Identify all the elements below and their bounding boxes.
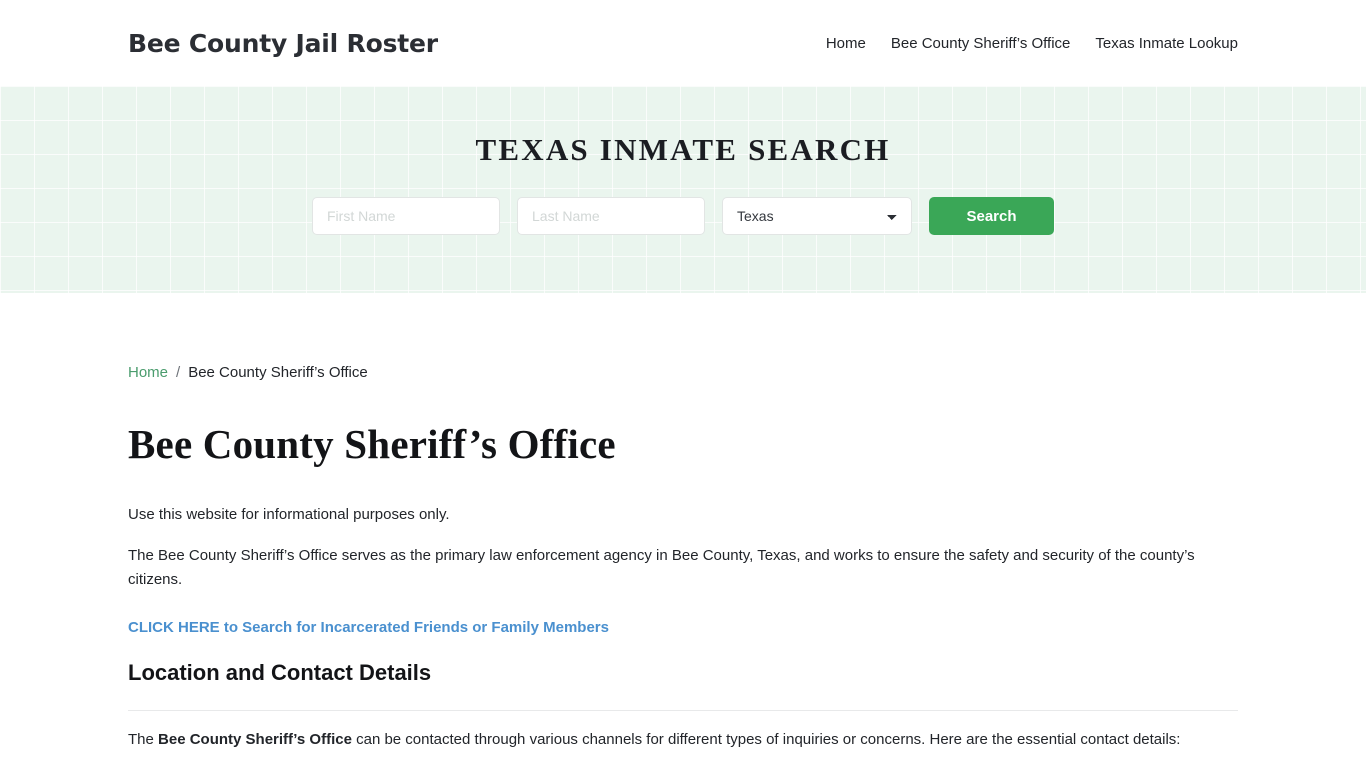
main-content: Home / Bee County Sheriff’s Office Bee C… xyxy=(0,364,1366,768)
inmate-search-cta-link[interactable]: CLICK HERE to Search for Incarcerated Fr… xyxy=(128,619,609,636)
description-paragraph: The Bee County Sheriff’s Office serves a… xyxy=(128,547,1195,588)
hero-title: TEXAS INMATE SEARCH xyxy=(475,132,891,167)
section-divider xyxy=(128,710,1238,711)
breadcrumb-current: Bee County Sheriff’s Office xyxy=(188,364,368,381)
nav-item-home[interactable]: Home xyxy=(826,35,866,52)
site-header: Bee County Jail Roster Home Bee County S… xyxy=(0,0,1366,86)
breadcrumb: Home / Bee County Sheriff’s Office xyxy=(128,364,1238,381)
page-title: Bee County Sheriff’s Office xyxy=(128,421,616,467)
inmate-search-hero: TEXAS INMATE SEARCH Texas Search xyxy=(0,86,1366,293)
intro-paragraph: Use this website for informational purpo… xyxy=(128,506,450,523)
contact-intro-suffix: can be contacted through various channel… xyxy=(351,731,1181,748)
inmate-search-form: Texas Search xyxy=(312,197,1054,235)
contact-intro-prefix: The xyxy=(128,731,159,748)
nav-item-bee-county-sheriffs-office[interactable]: Bee County Sheriff’s Office xyxy=(891,35,1071,52)
main-navigation: Home Bee County Sheriff’s Office Texas I… xyxy=(826,35,1238,52)
nav-item-texas-inmate-lookup[interactable]: Texas Inmate Lookup xyxy=(1095,35,1238,52)
site-title: Bee County Jail Roster xyxy=(128,28,438,58)
contact-intro-paragraph: The Bee County Sheriff’s Office can be c… xyxy=(128,728,1238,752)
contact-intro-bold: Bee County Sheriff’s Office xyxy=(158,731,352,748)
breadcrumb-separator: / xyxy=(176,364,181,381)
last-name-input[interactable] xyxy=(517,197,705,235)
search-button[interactable]: Search xyxy=(929,197,1054,235)
first-name-input[interactable] xyxy=(312,197,500,235)
state-select[interactable]: Texas xyxy=(722,197,912,235)
breadcrumb-link-home[interactable]: Home xyxy=(128,364,168,381)
section-title-location-contact: Location and Contact Details xyxy=(128,660,432,685)
